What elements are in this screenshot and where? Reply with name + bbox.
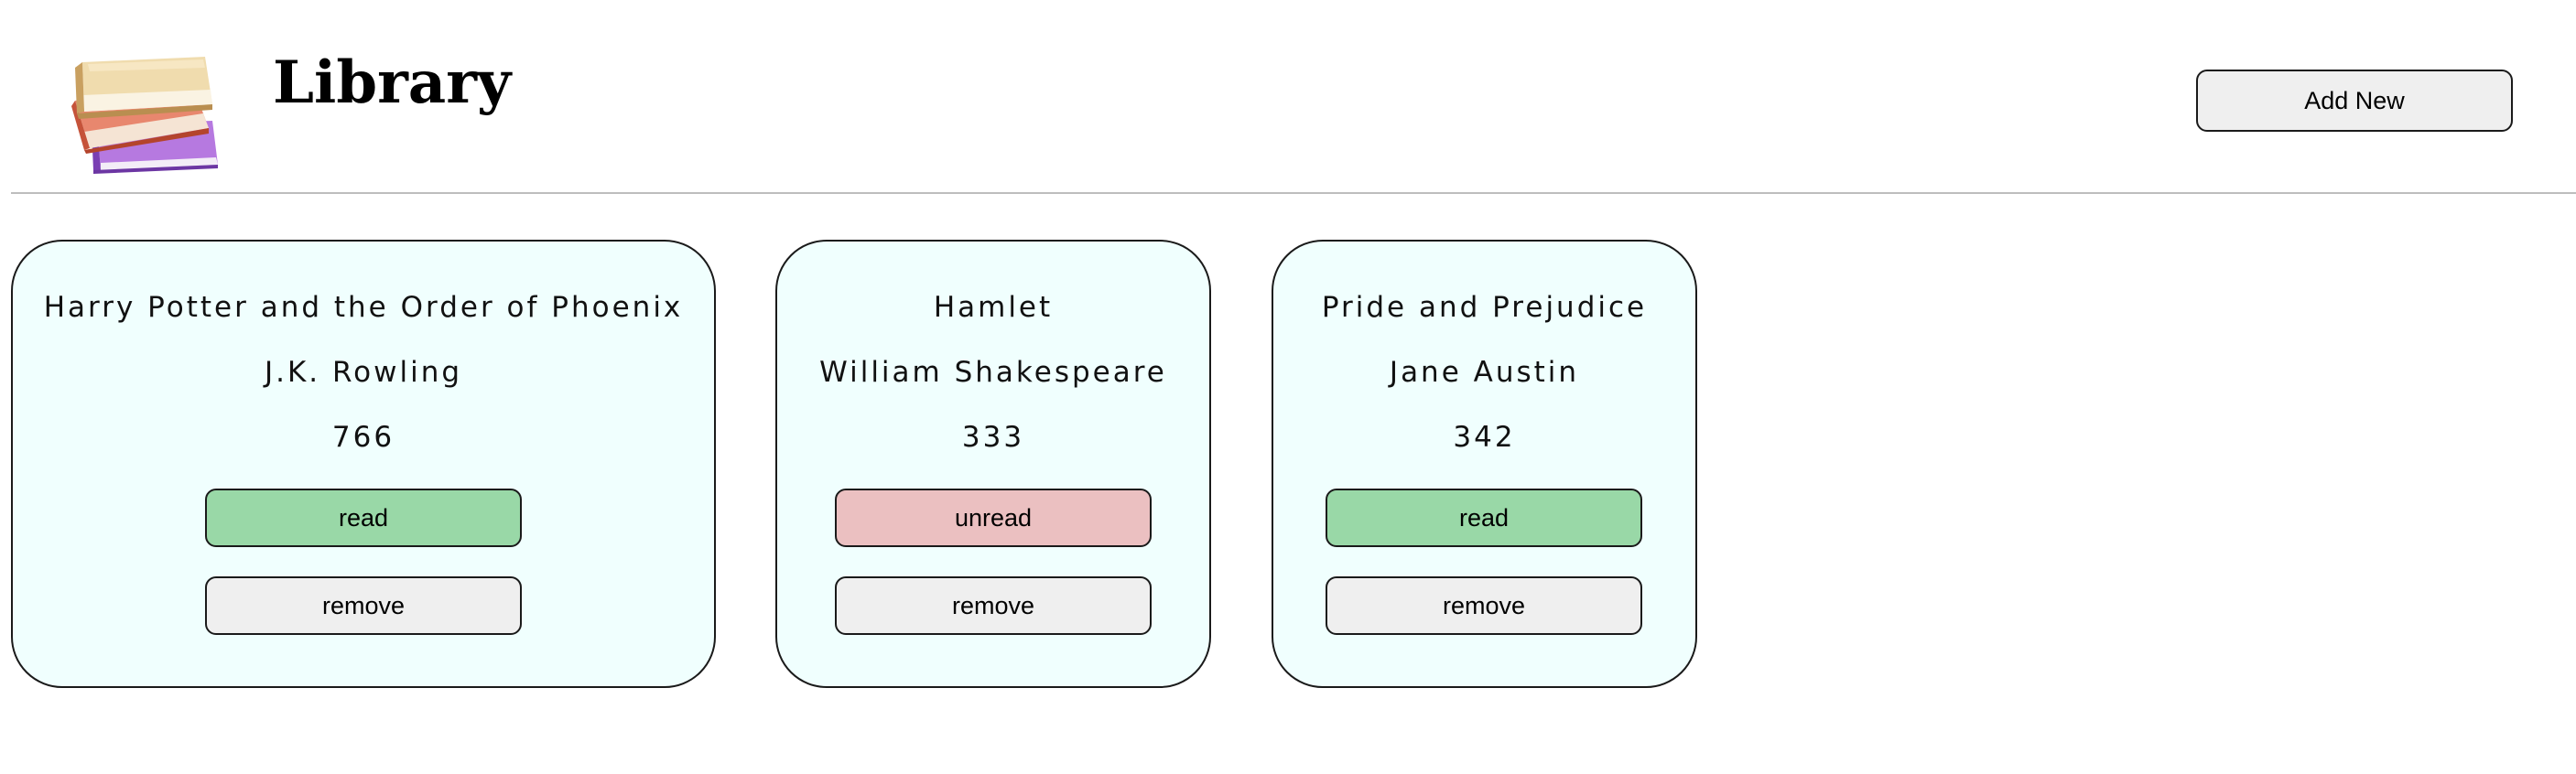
book-title: Pride and Prejudice [1321,291,1648,324]
book-pages: 342 [1453,421,1516,454]
book-pages: 333 [961,421,1025,454]
book-pages: 766 [331,421,395,454]
header-divider [11,192,2576,194]
stack-of-books-icon [66,37,227,177]
read-status-toggle[interactable]: read [1326,489,1642,547]
remove-button[interactable]: remove [205,576,522,635]
book-card: Pride and Prejudice Jane Austin 342 read… [1272,240,1697,688]
read-status-toggle[interactable]: unread [835,489,1152,547]
book-title: Hamlet [933,291,1054,324]
page-title: Library [273,48,512,117]
book-card: Harry Potter and the Order of Phoenix J.… [11,240,716,688]
page-header: Library Add New [0,0,2576,194]
book-author: J.K. Rowling [264,356,463,389]
read-status-toggle[interactable]: read [205,489,522,547]
book-author: William Shakespeare [819,356,1167,389]
book-title: Harry Potter and the Order of Phoenix [43,291,684,324]
remove-button[interactable]: remove [835,576,1152,635]
book-card: Hamlet William Shakespeare 333 unread re… [775,240,1211,688]
add-new-button[interactable]: Add New [2196,70,2513,132]
book-author: Jane Austin [1389,356,1580,389]
remove-button[interactable]: remove [1326,576,1642,635]
